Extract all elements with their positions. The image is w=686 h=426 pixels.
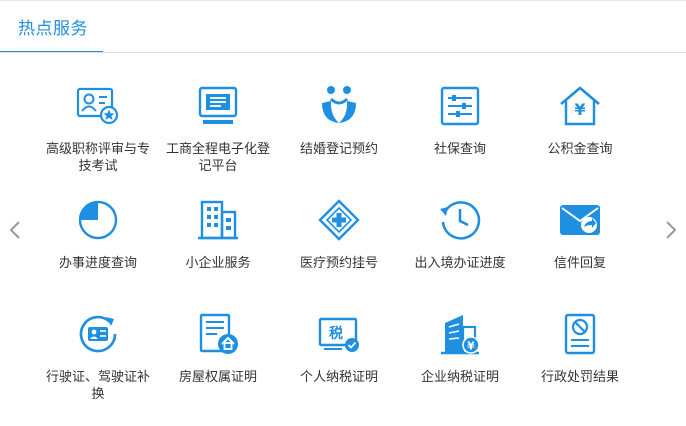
chevron-right-icon[interactable] — [664, 219, 678, 241]
house-document-icon — [199, 313, 238, 354]
service-item-professional-title[interactable]: 高级职称评审与专技考试 — [36, 83, 160, 175]
certificate-star-icon — [76, 87, 119, 125]
tab-hot-services[interactable]: 热点服务 — [18, 14, 88, 39]
service-label: 工商全程电子化登记平台 — [165, 142, 270, 174]
service-label: 房屋权属证明 — [178, 370, 257, 385]
clock-history-icon — [440, 201, 481, 240]
license-card-icon — [79, 315, 117, 353]
service-label: 信件回复 — [553, 256, 606, 271]
service-item-business-registration[interactable]: 工商全程电子化登记平台 — [156, 83, 280, 175]
service-label: 行驶证、驾驶证补换 — [45, 370, 150, 402]
service-item-exit-entry[interactable]: 出入境办证进度 — [398, 197, 522, 272]
service-item-small-business[interactable]: 小企业服务 — [156, 197, 280, 272]
service-item-license-replacement[interactable]: 行驶证、驾驶证补换 — [36, 311, 160, 403]
service-label: 结婚登记预约 — [299, 142, 378, 157]
house-yen-icon: ¥ — [560, 86, 600, 126]
service-label: 社保查询 — [433, 142, 486, 157]
service-label: 企业纳税证明 — [420, 370, 499, 385]
service-label: 医疗预约挂号 — [299, 256, 378, 271]
service-label: 小企业服务 — [185, 256, 251, 271]
service-label: 高级职称评审与专技考试 — [45, 142, 150, 174]
mail-reply-icon — [560, 205, 600, 235]
service-item-marriage-booking[interactable]: 结婚登记预约 — [277, 83, 401, 158]
svg-text:税: 税 — [329, 325, 343, 342]
service-item-letter-reply[interactable]: 信件回复 — [518, 197, 642, 272]
service-label: 出入境办证进度 — [414, 256, 506, 271]
service-item-housing-fund[interactable]: ¥ 公积金查询 — [518, 83, 642, 158]
service-item-penalty-results[interactable]: 行政处罚结果 — [518, 311, 642, 386]
penalty-document-icon — [564, 313, 596, 355]
service-item-social-security[interactable]: 社保查询 — [398, 83, 522, 158]
service-item-progress-query[interactable]: 办事进度查询 — [36, 197, 160, 272]
couple-icon — [322, 86, 356, 123]
monitor-icon — [198, 86, 238, 124]
service-grid: 高级职称评审与专技考试 工商全程电子化登记平台 结婚登记预约 社保查询 ¥ 公积… — [36, 80, 646, 410]
svg-text:¥: ¥ — [467, 340, 475, 353]
tab-bar: 热点服务 — [0, 0, 686, 53]
tax-check-icon: 税 — [318, 317, 359, 352]
header-divider — [0, 52, 686, 53]
svg-text:¥: ¥ — [574, 100, 585, 119]
medical-cross-icon — [318, 199, 360, 241]
service-label: 公积金查询 — [547, 142, 613, 157]
sliders-icon — [440, 86, 480, 126]
service-item-enterprise-tax[interactable]: ¥ 企业纳税证明 — [398, 311, 522, 386]
progress-pie-icon — [78, 200, 118, 240]
chevron-left-icon[interactable] — [8, 219, 22, 241]
service-label: 个人纳税证明 — [299, 370, 378, 385]
service-item-personal-tax[interactable]: 税 个人纳税证明 — [277, 311, 401, 386]
service-label: 行政处罚结果 — [540, 370, 619, 385]
enterprise-tax-icon: ¥ — [441, 315, 480, 355]
building-icon — [198, 200, 238, 240]
service-item-property-certificate[interactable]: 房屋权属证明 — [156, 311, 280, 386]
service-item-medical-booking[interactable]: 医疗预约挂号 — [277, 197, 401, 272]
service-label: 办事进度查询 — [58, 256, 137, 271]
